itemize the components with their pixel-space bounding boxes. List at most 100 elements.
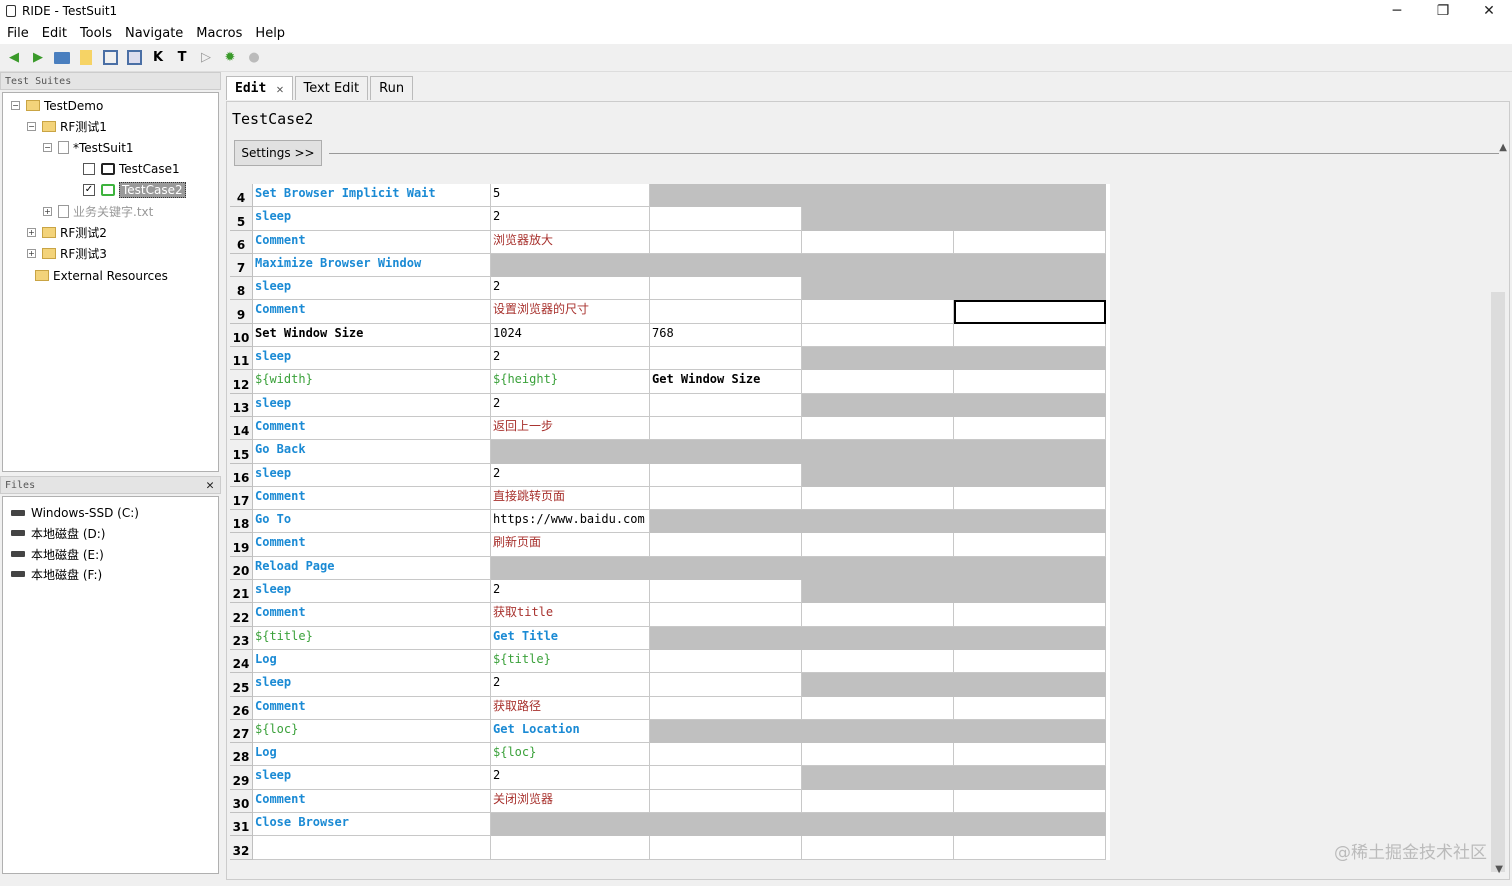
grid-cell[interactable]: 2 — [491, 766, 650, 790]
grid-cell[interactable] — [802, 253, 954, 278]
row-number[interactable]: 10 — [230, 323, 253, 348]
grid-cell[interactable]: 2 — [491, 277, 650, 301]
grid-cell[interactable]: sleep — [253, 393, 491, 417]
settings-button[interactable]: Settings >> — [234, 140, 322, 166]
grid-cell[interactable]: Comment — [253, 533, 491, 557]
grid-cell[interactable]: Comment — [253, 230, 491, 254]
grid-cell[interactable] — [954, 486, 1106, 511]
grid-cell[interactable] — [650, 347, 802, 371]
grid-cell[interactable]: 获取title — [491, 603, 650, 627]
grid-cell[interactable]: sleep — [253, 277, 491, 301]
grid-cell[interactable] — [954, 440, 1106, 464]
grid-cell[interactable] — [802, 300, 954, 324]
grid-cell[interactable] — [802, 277, 954, 301]
grid-cell[interactable] — [802, 719, 954, 744]
tree-item-testdemo[interactable]: − TestDemo — [11, 95, 103, 116]
row-number[interactable]: 15 — [230, 440, 253, 464]
grid-cell[interactable] — [650, 580, 802, 604]
grid-cell[interactable] — [491, 836, 650, 860]
close-icon[interactable]: ✕ — [206, 477, 214, 495]
grid-cell[interactable]: Comment — [253, 603, 491, 627]
grid-cell[interactable] — [802, 370, 954, 394]
debug-icon[interactable]: ✹ — [220, 48, 240, 68]
grid-cell[interactable] — [954, 393, 1106, 417]
grid-cell[interactable] — [954, 743, 1106, 767]
drive-c[interactable]: Windows-SSD (C:) — [11, 503, 139, 523]
expand-icon[interactable]: + — [27, 249, 36, 258]
grid-cell[interactable] — [954, 510, 1106, 534]
grid-cell[interactable] — [802, 743, 954, 767]
grid-cell[interactable] — [650, 486, 802, 511]
grid-cell[interactable] — [802, 556, 954, 581]
row-number[interactable]: 25 — [230, 673, 253, 697]
grid-cell[interactable] — [491, 253, 650, 278]
grid-cell[interactable] — [802, 533, 954, 557]
drive-f[interactable]: 本地磁盘 (F:) — [11, 564, 102, 584]
grid-cell[interactable]: 5 — [491, 184, 650, 208]
menu-tools[interactable]: Tools — [80, 26, 112, 41]
grid-cell[interactable] — [802, 486, 954, 511]
grid-cell[interactable] — [650, 416, 802, 441]
save-all-icon[interactable] — [124, 48, 144, 68]
close-button[interactable]: ✕ — [1466, 0, 1512, 22]
grid-cell[interactable]: ${title} — [253, 626, 491, 650]
grid-cell[interactable]: 设置浏览器的尺寸 — [491, 300, 650, 324]
tab-edit[interactable]: Edit ✕ — [226, 76, 293, 100]
row-number[interactable]: 9 — [230, 300, 253, 324]
grid-cell[interactable]: 1024 — [491, 323, 650, 348]
grid-cell[interactable] — [954, 813, 1106, 837]
tree-item-external-resources[interactable]: External Resources — [35, 265, 168, 286]
row-number[interactable]: 7 — [230, 253, 253, 278]
menu-macros[interactable]: Macros — [196, 26, 242, 41]
grid-cell[interactable]: 768 — [650, 323, 802, 348]
grid-cell[interactable] — [650, 626, 802, 650]
grid-cell[interactable] — [802, 813, 954, 837]
row-number[interactable]: 12 — [230, 370, 253, 394]
row-number[interactable]: 19 — [230, 533, 253, 557]
row-number[interactable]: 17 — [230, 486, 253, 511]
grid-cell[interactable]: sleep — [253, 207, 491, 231]
row-number[interactable]: 14 — [230, 416, 253, 441]
row-number[interactable]: 11 — [230, 347, 253, 371]
grid-cell[interactable] — [650, 719, 802, 744]
tree-item-testcase2[interactable]: ✓ TestCase2 — [83, 179, 186, 200]
grid-cell[interactable] — [954, 416, 1106, 441]
grid-cell[interactable] — [802, 323, 954, 348]
grid-cell[interactable] — [491, 440, 650, 464]
row-number[interactable]: 31 — [230, 813, 253, 837]
keyword-search-icon[interactable]: K — [148, 48, 168, 68]
grid-cell[interactable]: Comment — [253, 300, 491, 324]
grid-cell[interactable]: Comment — [253, 486, 491, 511]
grid-cell[interactable]: 2 — [491, 393, 650, 417]
grid-cell[interactable] — [650, 603, 802, 627]
row-number[interactable]: 18 — [230, 510, 253, 534]
grid-cell[interactable] — [954, 253, 1106, 278]
test-search-icon[interactable]: T — [172, 48, 192, 68]
forward-arrow-icon[interactable]: ▶ — [28, 48, 48, 68]
row-number[interactable]: 8 — [230, 277, 253, 301]
grid-cell[interactable]: Log — [253, 649, 491, 674]
checkbox-checked[interactable]: ✓ — [83, 183, 95, 196]
grid-cell[interactable] — [802, 696, 954, 720]
grid-cell[interactable] — [650, 696, 802, 720]
row-number[interactable]: 20 — [230, 556, 253, 581]
grid-cell[interactable] — [802, 673, 954, 697]
grid-cell[interactable] — [954, 323, 1106, 348]
menu-navigate[interactable]: Navigate — [125, 26, 183, 41]
grid-cell[interactable] — [954, 836, 1106, 860]
grid-cell[interactable] — [650, 766, 802, 790]
row-number[interactable]: 27 — [230, 719, 253, 744]
collapse-icon[interactable]: − — [11, 101, 20, 110]
grid-cell[interactable]: 浏览器放大 — [491, 230, 650, 254]
row-number[interactable]: 29 — [230, 766, 253, 790]
row-number[interactable]: 22 — [230, 603, 253, 627]
grid-cell[interactable] — [802, 649, 954, 674]
grid-cell[interactable] — [954, 347, 1106, 371]
grid-cell[interactable]: Comment — [253, 789, 491, 814]
grid-cell[interactable]: ${loc} — [491, 743, 650, 767]
stop-icon[interactable]: ● — [244, 48, 264, 68]
tab-run[interactable]: Run — [370, 76, 414, 100]
grid-cell[interactable]: Set Window Size — [253, 323, 491, 348]
row-number[interactable]: 5 — [230, 207, 253, 231]
grid-cell[interactable]: ${loc} — [253, 719, 491, 744]
